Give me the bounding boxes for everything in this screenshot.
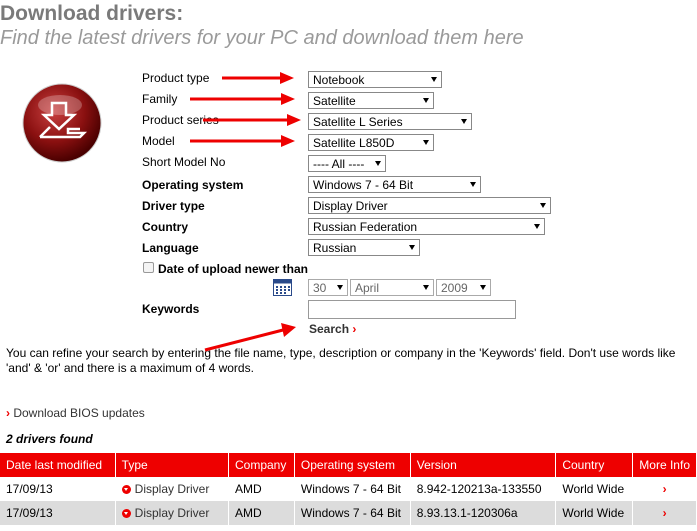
cell-date: 17/09/13 bbox=[0, 477, 116, 501]
product-type-select[interactable]: Notebook bbox=[308, 71, 442, 88]
download-icon bbox=[121, 485, 131, 495]
search-button-label: Search bbox=[309, 322, 350, 336]
product-series-select[interactable]: Satellite L Series bbox=[308, 113, 472, 130]
col-version[interactable]: Version bbox=[410, 453, 557, 477]
results-table: Date last modified Type Company Operatin… bbox=[0, 453, 697, 525]
cell-company: AMD bbox=[228, 477, 295, 501]
more-info-link[interactable]: › bbox=[632, 501, 697, 525]
country-label: Country bbox=[142, 220, 188, 234]
language-select[interactable]: Russian bbox=[308, 239, 420, 256]
date-year-select[interactable]: 2009 bbox=[436, 279, 491, 296]
cell-os: Windows 7 - 64 Bit bbox=[294, 477, 411, 501]
keywords-input[interactable] bbox=[308, 300, 516, 319]
date-upload-label: Date of upload newer than bbox=[158, 262, 309, 276]
page-title: Download drivers: bbox=[0, 2, 184, 25]
family-label: Family bbox=[142, 92, 178, 106]
driver-type-select[interactable]: Display Driver bbox=[308, 197, 551, 214]
os-select[interactable]: Windows 7 - 64 Bit bbox=[308, 176, 481, 193]
keywords-label: Keywords bbox=[142, 302, 200, 316]
driver-link[interactable]: Display Driver bbox=[115, 501, 230, 525]
chevron-right-icon: › bbox=[662, 506, 667, 520]
chevron-right-icon: › bbox=[352, 322, 357, 336]
driver-link[interactable]: Display Driver bbox=[115, 477, 230, 501]
col-date[interactable]: Date last modified bbox=[0, 453, 116, 477]
date-day-select[interactable]: 30 bbox=[308, 279, 348, 296]
calendar-icon[interactable] bbox=[273, 279, 292, 296]
os-label: Operating system bbox=[142, 178, 244, 192]
cell-country: World Wide bbox=[555, 477, 634, 501]
col-type[interactable]: Type bbox=[115, 453, 230, 477]
col-country[interactable]: Country bbox=[555, 453, 634, 477]
country-select[interactable]: Russian Federation bbox=[308, 218, 545, 235]
chevron-right-icon: › bbox=[6, 406, 10, 420]
cell-country: World Wide bbox=[555, 501, 634, 525]
product-type-label: Product type bbox=[142, 71, 210, 85]
family-select[interactable]: Satellite bbox=[308, 92, 434, 109]
search-button[interactable]: Search › bbox=[309, 322, 356, 336]
language-label: Language bbox=[142, 241, 199, 255]
results-count: 2 drivers found bbox=[6, 432, 93, 446]
col-more-info[interactable]: More Info bbox=[632, 453, 697, 477]
download-icon bbox=[121, 509, 131, 519]
product-series-label: Product series bbox=[142, 113, 219, 127]
bios-link-label: Download BIOS updates bbox=[13, 406, 145, 420]
date-upload-checkbox[interactable] bbox=[143, 262, 154, 273]
bios-link[interactable]: › Download BIOS updates bbox=[6, 406, 145, 420]
help-text: You can refine your search by entering t… bbox=[6, 346, 676, 375]
page-subtitle: Find the latest drivers for your PC and … bbox=[0, 27, 524, 49]
driver-type-label: Driver type bbox=[142, 199, 205, 213]
model-select[interactable]: Satellite L850D bbox=[308, 134, 434, 151]
short-model-label: Short Model No bbox=[142, 155, 226, 169]
cell-os: Windows 7 - 64 Bit bbox=[294, 501, 411, 525]
short-model-select[interactable]: ---- All ---- bbox=[308, 155, 386, 172]
table-row: 17/09/13 Display Driver AMD Windows 7 - … bbox=[0, 501, 697, 525]
cell-version: 8.942-120213a-133550 bbox=[410, 477, 557, 501]
chevron-right-icon: › bbox=[662, 482, 667, 496]
table-row: 17/09/13 Display Driver AMD Windows 7 - … bbox=[0, 477, 697, 501]
col-company[interactable]: Company bbox=[228, 453, 295, 477]
more-info-link[interactable]: › bbox=[632, 477, 697, 501]
cell-date: 17/09/13 bbox=[0, 501, 116, 525]
date-month-select[interactable]: April bbox=[350, 279, 434, 296]
cell-company: AMD bbox=[228, 501, 295, 525]
model-label: Model bbox=[142, 134, 175, 148]
download-laptop-icon bbox=[22, 83, 102, 163]
cell-version: 8.93.13.1-120306a bbox=[410, 501, 557, 525]
col-os[interactable]: Operating system bbox=[294, 453, 411, 477]
